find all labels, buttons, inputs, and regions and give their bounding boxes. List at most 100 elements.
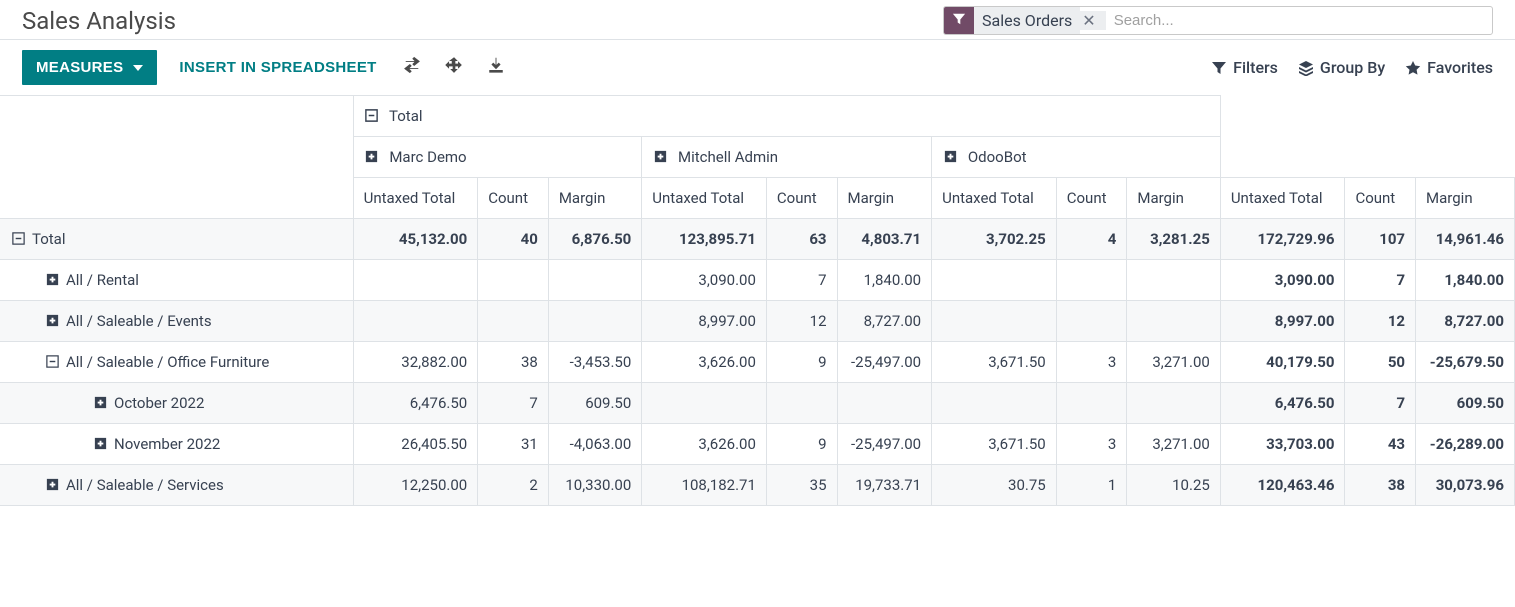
filter-chip-remove[interactable]: ✕ — [1080, 11, 1105, 30]
cell[interactable]: 32,882.00 — [353, 342, 478, 383]
cell[interactable]: 7 — [478, 383, 549, 424]
cell[interactable]: 6,876.50 — [548, 219, 641, 260]
cell[interactable]: -26,289.00 — [1416, 424, 1515, 465]
measure-header[interactable]: Margin — [1416, 178, 1515, 219]
cell[interactable] — [932, 260, 1057, 301]
cell[interactable]: -4,063.00 — [548, 424, 641, 465]
favorites-menu[interactable]: Favorites — [1405, 58, 1493, 77]
expand-icon[interactable] — [44, 313, 60, 329]
collapse-icon[interactable] — [364, 108, 380, 124]
cell[interactable]: 6,476.50 — [1220, 383, 1345, 424]
download-button[interactable] — [475, 50, 517, 85]
cell[interactable]: 8,997.00 — [642, 301, 767, 342]
cell[interactable]: 1,840.00 — [1416, 260, 1515, 301]
measure-header[interactable]: Count — [1345, 178, 1416, 219]
cell[interactable]: 40 — [478, 219, 549, 260]
expand-icon[interactable] — [364, 149, 380, 165]
cell[interactable] — [478, 301, 549, 342]
expand-icon[interactable] — [652, 149, 668, 165]
cell[interactable]: 3,702.25 — [932, 219, 1057, 260]
cell[interactable]: 8,727.00 — [837, 301, 932, 342]
cell[interactable]: 38 — [1345, 465, 1416, 506]
cell[interactable]: 40,179.50 — [1220, 342, 1345, 383]
measure-header[interactable]: Untaxed Total — [353, 178, 478, 219]
cell[interactable]: 3,671.50 — [932, 424, 1057, 465]
measure-header[interactable]: Margin — [837, 178, 932, 219]
filters-menu[interactable]: Filters — [1211, 58, 1278, 77]
measure-header[interactable]: Margin — [1127, 178, 1220, 219]
cell[interactable] — [932, 383, 1057, 424]
col-group-0[interactable]: Marc Demo — [353, 137, 642, 178]
measure-header[interactable]: Count — [478, 178, 549, 219]
cell[interactable]: 33,703.00 — [1220, 424, 1345, 465]
cell[interactable]: 63 — [766, 219, 837, 260]
measure-header[interactable]: Count — [766, 178, 837, 219]
cell[interactable]: 120,463.46 — [1220, 465, 1345, 506]
cell[interactable] — [932, 301, 1057, 342]
cell[interactable]: 1 — [1056, 465, 1127, 506]
cell[interactable]: 10.25 — [1127, 465, 1220, 506]
cell[interactable]: 35 — [766, 465, 837, 506]
cell[interactable] — [766, 383, 837, 424]
cell[interactable]: 12 — [766, 301, 837, 342]
cell[interactable]: 9 — [766, 342, 837, 383]
cell[interactable]: 7 — [1345, 383, 1416, 424]
measure-header[interactable]: Margin — [548, 178, 641, 219]
cell[interactable] — [1056, 260, 1127, 301]
cell[interactable]: 123,895.71 — [642, 219, 767, 260]
cell[interactable]: 2 — [478, 465, 549, 506]
cell[interactable]: 3,626.00 — [642, 424, 767, 465]
collapse-icon[interactable] — [10, 231, 26, 247]
search-input[interactable] — [1106, 8, 1492, 33]
cell[interactable]: 6,476.50 — [353, 383, 478, 424]
cell[interactable]: 3,271.00 — [1127, 424, 1220, 465]
measure-header[interactable]: Untaxed Total — [1220, 178, 1345, 219]
cell[interactable]: 43 — [1345, 424, 1416, 465]
cell[interactable]: 609.50 — [548, 383, 641, 424]
insert-spreadsheet-button[interactable]: INSERT IN SPREADSHEET — [165, 51, 390, 84]
measure-header[interactable]: Count — [1056, 178, 1127, 219]
cell[interactable]: 45,132.00 — [353, 219, 478, 260]
cell[interactable]: 108,182.71 — [642, 465, 767, 506]
cell[interactable]: 9 — [766, 424, 837, 465]
cell[interactable]: 609.50 — [1416, 383, 1515, 424]
cell[interactable]: -25,497.00 — [837, 424, 932, 465]
cell[interactable]: 4,803.71 — [837, 219, 932, 260]
cell[interactable] — [353, 301, 478, 342]
cell[interactable] — [837, 383, 932, 424]
filter-chip[interactable] — [944, 7, 974, 34]
cell[interactable]: -25,679.50 — [1416, 342, 1515, 383]
cell[interactable]: 12 — [1345, 301, 1416, 342]
expand-icon[interactable] — [942, 149, 958, 165]
cell[interactable] — [1127, 260, 1220, 301]
cell[interactable]: 50 — [1345, 342, 1416, 383]
measure-header[interactable]: Untaxed Total — [642, 178, 767, 219]
cell[interactable] — [1056, 301, 1127, 342]
cell[interactable]: 3,271.00 — [1127, 342, 1220, 383]
collapse-icon[interactable] — [44, 354, 60, 370]
row-header[interactable]: All / Saleable / Office Furniture — [0, 342, 353, 383]
cell[interactable]: 4 — [1056, 219, 1127, 260]
col-total-header[interactable]: Total — [353, 96, 1220, 137]
cell[interactable]: 26,405.50 — [353, 424, 478, 465]
cell[interactable]: 3,090.00 — [642, 260, 767, 301]
cell[interactable] — [642, 383, 767, 424]
flip-axis-button[interactable] — [391, 50, 433, 85]
cell[interactable]: -3,453.50 — [548, 342, 641, 383]
groupby-menu[interactable]: Group By — [1298, 58, 1385, 77]
measure-header[interactable]: Untaxed Total — [932, 178, 1057, 219]
cell[interactable]: 12,250.00 — [353, 465, 478, 506]
cell[interactable]: 3 — [1056, 342, 1127, 383]
cell[interactable]: 30.75 — [932, 465, 1057, 506]
cell[interactable]: 19,733.71 — [837, 465, 932, 506]
cell[interactable]: 7 — [766, 260, 837, 301]
cell[interactable] — [1056, 383, 1127, 424]
cell[interactable]: 30,073.96 — [1416, 465, 1515, 506]
cell[interactable]: 3 — [1056, 424, 1127, 465]
cell[interactable]: 38 — [478, 342, 549, 383]
col-group-1[interactable]: Mitchell Admin — [642, 137, 932, 178]
cell[interactable]: 1,840.00 — [837, 260, 932, 301]
row-header[interactable]: November 2022 — [0, 424, 353, 465]
cell[interactable]: 14,961.46 — [1416, 219, 1515, 260]
cell[interactable] — [353, 260, 478, 301]
